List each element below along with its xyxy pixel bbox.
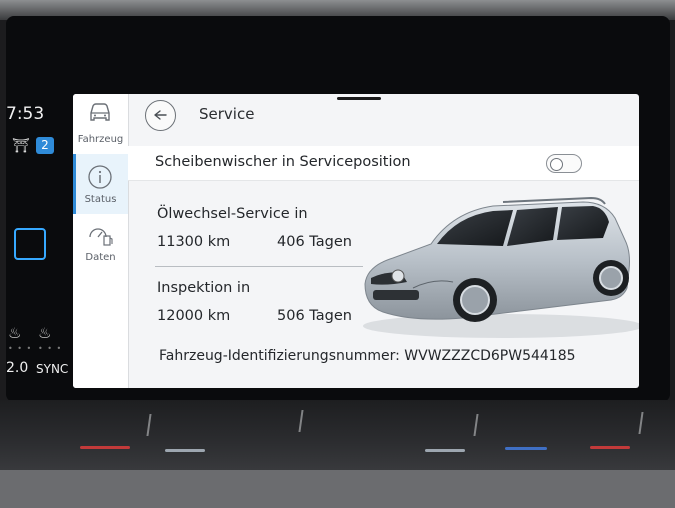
sidebar-item-status[interactable]: Status	[73, 154, 128, 214]
ambient-light-left	[80, 446, 130, 449]
ambient-light	[165, 449, 205, 452]
service-panel: Fahrzeug Status Daten Service Scheibenwi…	[73, 94, 639, 388]
inspection-days: 506 Tagen	[277, 308, 352, 324]
section-divider	[155, 266, 363, 267]
oil-service-distance: 11300 km	[157, 234, 231, 250]
sidebar-item-daten[interactable]: Daten	[73, 214, 128, 274]
car-icon	[90, 103, 110, 121]
temperature-value[interactable]: 2.0	[6, 360, 28, 376]
vehicle-image	[353, 192, 639, 342]
page-title: Service	[199, 105, 255, 123]
dashboard-lower	[0, 470, 675, 508]
toggle-knob	[550, 158, 563, 171]
sidebar-item-label: Fahrzeug	[77, 134, 124, 145]
wiper-service-label: Scheibenwischer in Serviceposition	[155, 154, 411, 170]
info-icon	[88, 165, 112, 189]
settings-sidebar: Fahrzeug Status Daten	[73, 94, 129, 388]
wiper-service-row[interactable]: Scheibenwischer in Serviceposition	[128, 146, 639, 181]
home-square-button[interactable]	[14, 228, 46, 260]
seat-icon: ⛩	[12, 138, 30, 154]
sidebar-item-label: Status	[84, 194, 117, 205]
ambient-light-right	[590, 446, 630, 449]
oil-service-days: 406 Tagen	[277, 234, 352, 250]
page-header: Service	[128, 94, 639, 136]
sidebar-item-label: Daten	[85, 252, 116, 263]
seat-heating-left-icon[interactable]: ♨	[8, 324, 21, 342]
oil-service-title: Ölwechsel-Service in	[157, 206, 308, 222]
back-button[interactable]	[145, 100, 176, 131]
sync-button[interactable]: SYNC	[36, 362, 68, 376]
seat-heating-level-right: • • •	[38, 344, 63, 353]
inspection-distance: 12000 km	[157, 308, 231, 324]
ambient-light	[425, 449, 465, 452]
seat-heating-right-icon[interactable]: ♨	[38, 324, 51, 342]
fuel-data-icon	[89, 228, 113, 246]
vin-label: Fahrzeug-Identifizierungsnummer: WVWZZZC…	[159, 348, 576, 364]
status-column: 7:53 ⛩ 2 ♨ ♨ • • • • • • 2.0 SYNC	[6, 98, 68, 388]
seat-heating-level-left: • • •	[8, 344, 33, 353]
notification-badge[interactable]: 2	[36, 137, 54, 154]
ambient-light-blue	[505, 447, 547, 450]
inspection-title: Inspektion in	[157, 280, 251, 296]
sidebar-item-fahrzeug[interactable]: Fahrzeug	[73, 94, 128, 154]
car-illustration	[363, 196, 639, 338]
back-arrow-icon	[154, 110, 167, 120]
wiper-service-toggle[interactable]	[546, 154, 582, 173]
clock: 7:53	[6, 104, 45, 124]
